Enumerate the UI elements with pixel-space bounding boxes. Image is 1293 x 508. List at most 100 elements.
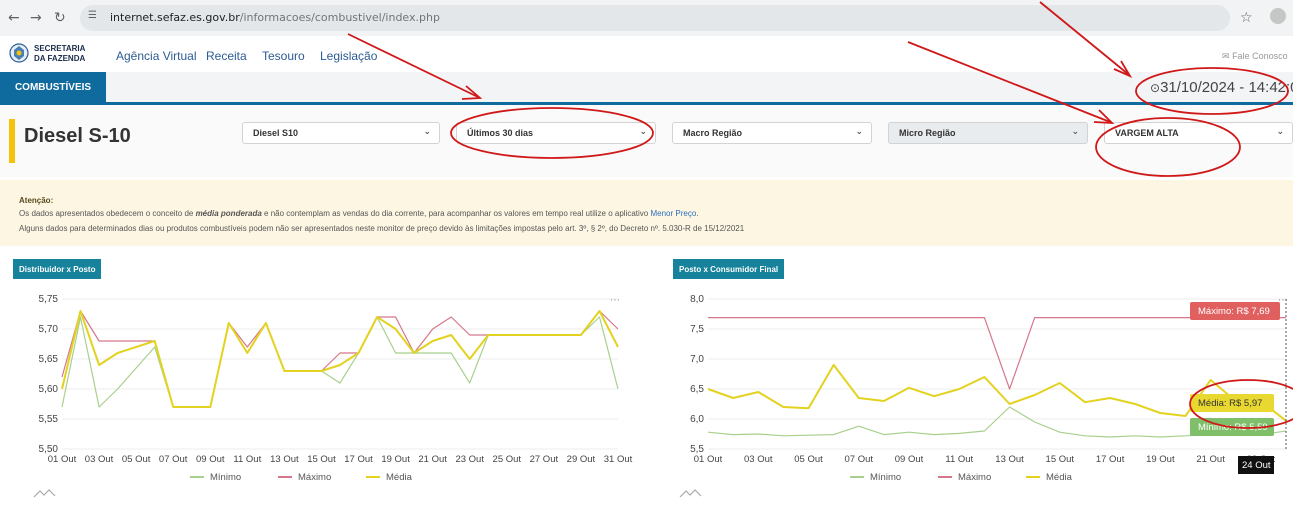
- series-line-media: [707, 364, 1287, 422]
- menor-preco-link[interactable]: Menor Preço: [650, 209, 696, 218]
- x-tick-label: 11 Out: [233, 454, 261, 465]
- legend-label-maximo: Máximo: [958, 472, 991, 483]
- y-tick-label: 5,60: [39, 384, 59, 395]
- x-tick-label: 21 Out: [418, 454, 447, 465]
- alert-line-1: Os dados apresentados obedecem o conceit…: [19, 209, 699, 218]
- reload-icon[interactable]: ↻: [54, 10, 66, 26]
- alert-text: Os dados apresentados obedecem o conceit…: [19, 209, 196, 218]
- x-tick-label: 29 Out: [567, 454, 596, 465]
- y-tick-label: 7,0: [690, 354, 704, 365]
- y-tick-label: 5,65: [39, 354, 59, 365]
- url-path: /informacoes/combustivel/index.php: [239, 11, 440, 24]
- x-tick-label: 21 Out: [1196, 454, 1225, 465]
- chart-menu-icon: ⋯: [610, 295, 620, 306]
- x-tick-label: 17 Out: [1096, 454, 1125, 465]
- alert-emphasis: média ponderada: [195, 209, 262, 218]
- contact-label: Fale Conosco: [1232, 51, 1288, 61]
- tooltip-max-text: Máximo: R$ 7,69: [1198, 306, 1270, 317]
- legend-label-minimo: Mínimo: [870, 472, 901, 483]
- alert-title: Atenção:: [19, 196, 54, 205]
- chart-posto-consumidor: 8,07,57,06,56,05,501 Out 03 Out 05 Out 07 O…: [679, 294, 1288, 498]
- y-tick-label: 6,0: [690, 414, 704, 425]
- legend-label-media: Média: [1046, 472, 1073, 483]
- panel-tab-distribuidor[interactable]: Distribuidor x Posto: [13, 259, 102, 279]
- legend-label-minimo: Mínimo: [210, 472, 241, 483]
- menu-receita[interactable]: Receita: [206, 49, 247, 63]
- city-select-value: VARGEM ALTA: [1115, 128, 1179, 138]
- tooltip-date-text: 24 Out: [1242, 460, 1271, 471]
- product-select[interactable]: Diesel S10 ⌄: [242, 122, 440, 144]
- back-arrow-icon[interactable]: ←: [8, 10, 20, 26]
- tab-combustiveis[interactable]: COMBUSTÍVEIS: [0, 72, 106, 102]
- series-line-minimo: [61, 316, 619, 408]
- series-line-maximo: [708, 316, 1286, 390]
- menu-tesouro[interactable]: Tesouro: [262, 49, 305, 63]
- x-tick-label: 19 Out: [381, 454, 410, 465]
- contact-link[interactable]: ✉ Fale Conosco: [1222, 51, 1288, 62]
- logo-text-line2: DA FAZENDA: [34, 54, 86, 63]
- chevron-down-icon: ⌄: [423, 127, 431, 137]
- url-text[interactable]: internet.sefaz.es.gov.br/informacoes/com…: [110, 11, 440, 24]
- alert-text: e não contemplam as vendas do dia corren…: [261, 209, 651, 218]
- x-tick-label: 09 Out: [895, 454, 924, 465]
- logo-text-line1: SECRETARIA: [34, 44, 86, 53]
- chevron-down-icon: ⌄: [639, 127, 647, 137]
- y-tick-label: 5,75: [39, 294, 59, 305]
- x-tick-label: 01 Out: [48, 454, 77, 465]
- y-tick-label: 5,55: [39, 414, 59, 425]
- x-tick-label: 19 Out: [1146, 454, 1175, 465]
- profile-avatar-icon[interactable]: [1270, 8, 1286, 24]
- x-tick-label: 07 Out: [159, 454, 188, 465]
- y-tick-label: 5,70: [39, 324, 59, 335]
- y-tick-label: 8,0: [690, 294, 704, 305]
- tooltip-min-text: Mínimo: R$ 5,59: [1198, 422, 1268, 433]
- macro-region-value: Macro Região: [683, 128, 743, 138]
- panel-tab-posto[interactable]: Posto x Consumidor Final: [673, 259, 785, 279]
- chat-icon: ✉: [1222, 51, 1230, 61]
- y-tick-label: 6,5: [690, 384, 704, 395]
- zoom-reset-icon: [679, 489, 702, 498]
- clock-icon: ⊙: [1150, 81, 1161, 95]
- x-tick-label: 01 Out: [694, 454, 723, 465]
- tab-bar: [0, 72, 1293, 105]
- title-accent-bar: [9, 119, 15, 163]
- date-time-text: 31/10/2024 - 14:42:0: [1160, 79, 1293, 96]
- period-select-value: Últimos 30 dias: [467, 128, 534, 138]
- menu-agencia-virtual[interactable]: Agência Virtual: [116, 49, 197, 63]
- micro-region-select[interactable]: Micro Região ⌄: [888, 122, 1088, 144]
- site-settings-icon[interactable]: ☰: [88, 10, 97, 21]
- url-host: internet.sefaz.es.gov.br: [110, 11, 240, 24]
- x-tick-label: 05 Out: [122, 454, 151, 465]
- x-tick-label: 31 Out: [604, 454, 633, 465]
- city-select[interactable]: VARGEM ALTA ⌄: [1104, 122, 1293, 144]
- alert-text: .: [696, 209, 699, 218]
- product-title: Diesel S-10: [24, 125, 131, 147]
- x-tick-label: 11 Out: [945, 454, 973, 465]
- menu-legislacao[interactable]: Legislação: [320, 49, 377, 63]
- bookmark-star-icon[interactable]: ☆: [1240, 9, 1253, 26]
- legend-label-maximo: Máximo: [298, 472, 331, 483]
- period-select[interactable]: Últimos 30 dias ⌄: [456, 122, 656, 144]
- tooltip-avg-text: Média: R$ 5,97: [1198, 398, 1262, 409]
- chart-distribuidor-posto: 5,755,705,655,605,555,5001 Out 03 Out 05 O…: [33, 294, 633, 498]
- x-tick-label: 09 Out: [196, 454, 225, 465]
- x-tick-label: 03 Out: [85, 454, 114, 465]
- x-tick-label: 13 Out: [995, 454, 1024, 465]
- x-tick-label: 23 Out: [455, 454, 484, 465]
- x-tick-label: 03 Out: [744, 454, 773, 465]
- legend-label-media: Média: [386, 472, 413, 483]
- x-tick-label: 25 Out: [493, 454, 522, 465]
- forward-arrow-icon[interactable]: →: [30, 10, 42, 26]
- x-tick-label: 27 Out: [530, 454, 559, 465]
- product-select-value: Diesel S10: [253, 128, 299, 138]
- x-tick-label: 15 Out: [307, 454, 336, 465]
- x-tick-label: 15 Out: [1046, 454, 1075, 465]
- date-time: ⊙31/10/2024 - 14:42:0: [1150, 79, 1293, 96]
- chevron-down-icon: ⌄: [1071, 127, 1079, 137]
- x-tick-label: 17 Out: [344, 454, 373, 465]
- x-tick-label: 07 Out: [845, 454, 874, 465]
- coat-of-arms-icon: [9, 43, 29, 63]
- x-tick-label: 05 Out: [794, 454, 823, 465]
- macro-region-select[interactable]: Macro Região ⌄: [672, 122, 872, 144]
- zoom-reset-icon: [33, 489, 56, 498]
